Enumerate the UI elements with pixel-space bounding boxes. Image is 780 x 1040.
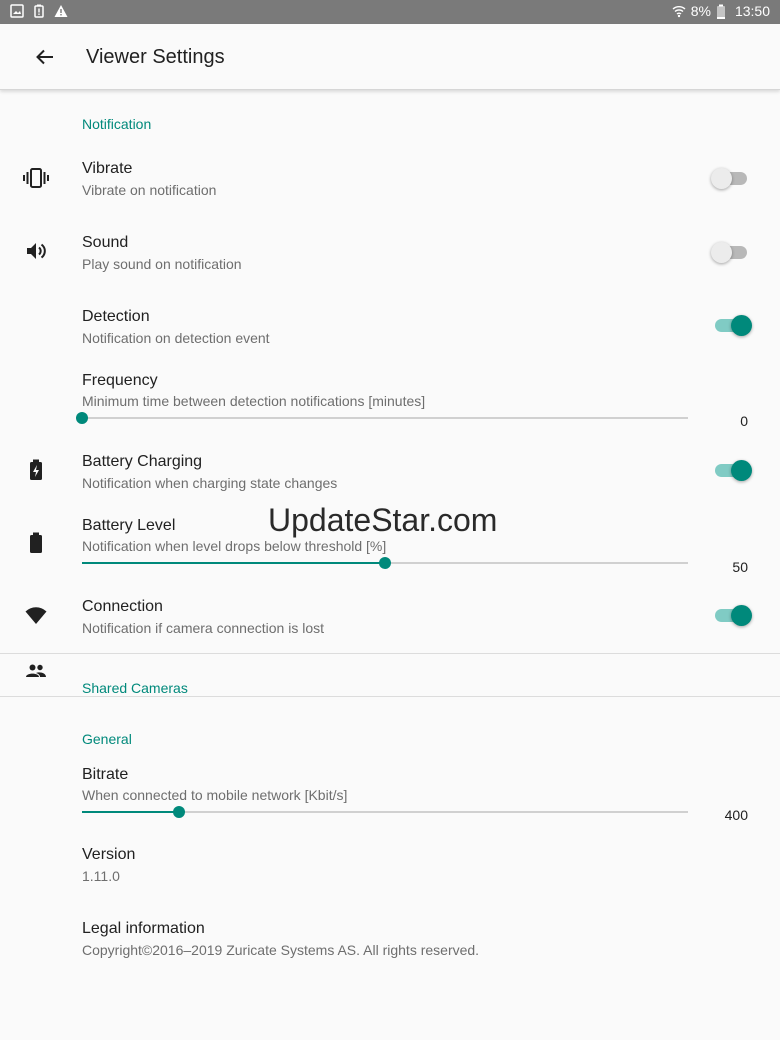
bitrate-value: 400 [724, 807, 748, 823]
slider-thumb[interactable] [76, 412, 88, 424]
watermark-text: UpdateStar.com [268, 502, 498, 538]
setting-subtitle: Minimum time between detection notificat… [82, 393, 426, 409]
setting-version[interactable]: Version 1.11.0 [0, 838, 780, 894]
setting-connection[interactable]: Connection Notification if camera connec… [0, 588, 780, 648]
section-divider [0, 653, 780, 654]
warning-icon [54, 4, 68, 18]
people-icon [22, 657, 50, 685]
setting-title: Detection [82, 308, 150, 325]
battery-alert-icon [32, 4, 46, 18]
vibrate-icon [22, 164, 50, 192]
image-icon [10, 4, 24, 18]
slider-thumb[interactable] [379, 557, 391, 569]
section-header-general: General [82, 731, 132, 747]
battery-full-icon [22, 529, 50, 557]
setting-title: Version [82, 846, 136, 863]
frequency-value: 0 [740, 413, 748, 429]
setting-title: Sound [82, 234, 129, 251]
setting-subtitle: Notification on detection event [82, 330, 270, 346]
setting-subtitle: Play sound on notification [82, 256, 242, 272]
version-value: 1.11.0 [82, 868, 120, 884]
vibrate-switch[interactable] [711, 166, 751, 190]
setting-title: Legal information [82, 920, 205, 937]
slider-thumb[interactable] [172, 806, 185, 818]
battery-level-slider[interactable] [76, 553, 692, 573]
setting-subtitle: Notification if camera connection is los… [82, 620, 324, 636]
setting-title: Battery Level [82, 517, 176, 534]
setting-legal-information[interactable]: Legal information Copyright©2016–2019 Zu… [0, 912, 780, 968]
frequency-slider[interactable] [76, 408, 692, 428]
setting-title: Battery Charging [82, 453, 203, 470]
wifi-icon [22, 602, 50, 630]
setting-title: Connection [82, 598, 163, 615]
battery-percent: 8% [690, 3, 711, 19]
setting-title: Frequency [82, 372, 158, 389]
status-time: 13:50 [734, 3, 770, 19]
arrow-left-icon [36, 49, 53, 65]
setting-title: Vibrate [82, 160, 133, 177]
setting-frequency: Frequency Minimum time between detection… [0, 370, 780, 434]
section-divider [0, 696, 780, 697]
setting-battery-charging[interactable]: Battery Charging Notification when charg… [0, 443, 780, 503]
wifi-icon [672, 4, 686, 18]
setting-bitrate: Bitrate When connected to mobile network… [0, 764, 780, 828]
back-button[interactable] [26, 38, 64, 76]
battery-icon [716, 4, 730, 19]
section-header-notification: Notification [82, 116, 152, 132]
status-bar: 8% 13:50 [0, 0, 780, 24]
section-header-shared-cameras: Shared Cameras [82, 680, 188, 696]
setting-sound[interactable]: Sound Play sound on notification [0, 224, 780, 284]
setting-subtitle: When connected to mobile network [Kbit/s… [82, 787, 348, 803]
setting-subtitle: Copyright©2016–2019 Zuricate Systems AS.… [82, 942, 480, 958]
setting-title: Bitrate [82, 766, 129, 783]
page-title: Viewer Settings [86, 46, 225, 68]
detection-switch[interactable] [711, 313, 752, 337]
setting-subtitle: Vibrate on notification [82, 182, 217, 198]
speaker-icon [22, 237, 50, 265]
setting-subtitle: Notification when level drops below thre… [82, 538, 387, 554]
setting-detection[interactable]: Detection Notification on detection even… [0, 298, 780, 358]
connection-switch[interactable] [711, 603, 752, 627]
app-bar: Viewer Settings [0, 24, 780, 90]
sound-switch[interactable] [711, 240, 751, 264]
battery-level-value: 50 [732, 559, 748, 575]
battery-charging-switch[interactable] [711, 458, 752, 482]
battery-charging-icon [22, 456, 50, 484]
setting-subtitle: Notification when charging state changes [82, 475, 338, 491]
bitrate-slider[interactable] [76, 802, 692, 822]
shared-cameras-item[interactable]: Shared Cameras [0, 655, 780, 696]
setting-vibrate[interactable]: Vibrate Vibrate on notification [0, 150, 780, 210]
